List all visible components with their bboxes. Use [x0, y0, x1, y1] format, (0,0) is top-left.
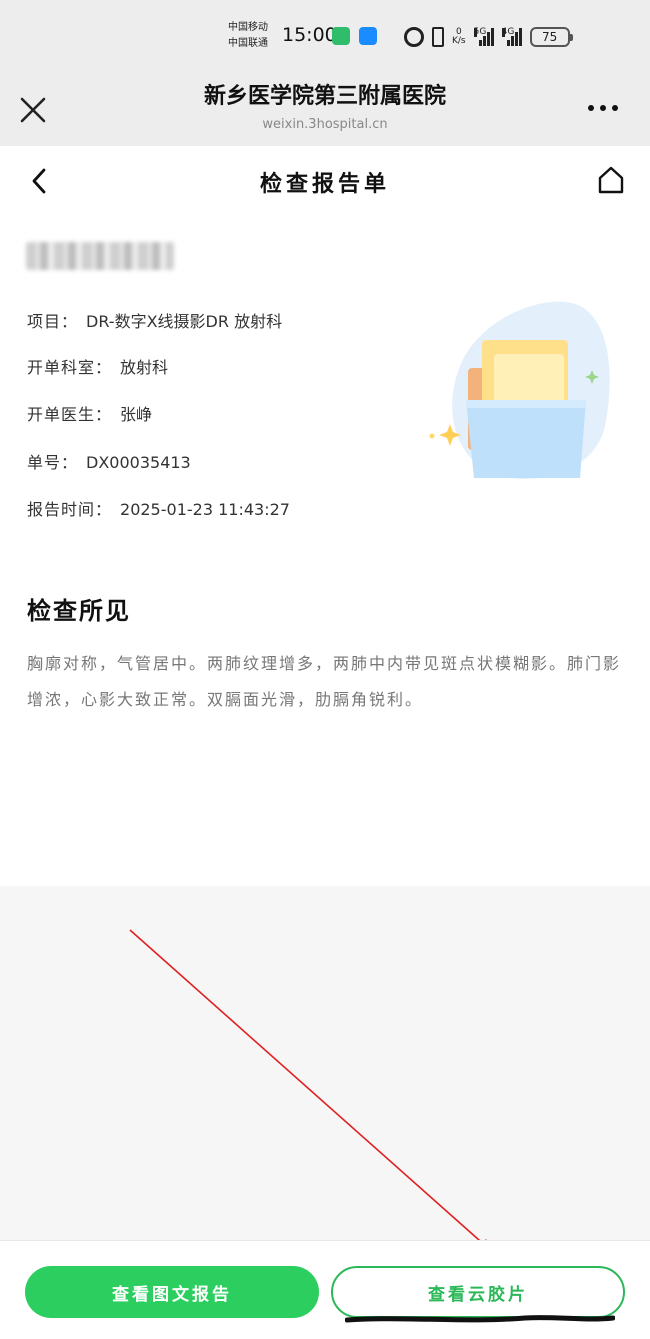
- findings-text: 胸廓对称，气管居中。两肺纹理增多，两肺中内带见斑点状模糊影。肺门影增浓，心影大致…: [27, 654, 622, 709]
- field-value: DX00035413: [86, 453, 191, 472]
- field-value: 2025-01-23 11:43:27: [120, 500, 290, 519]
- field-value: 放射科: [120, 358, 169, 377]
- hospital-title: 新乡医学院第三附属医院: [203, 83, 446, 109]
- app-notification-icon: [359, 27, 377, 45]
- field-value: DR-数字X线摄影DR 放射科: [86, 312, 283, 331]
- carrier-1: 中国移动: [228, 22, 268, 33]
- net-speed-unit: K/s: [452, 36, 466, 46]
- net-speed: 0 K/s: [452, 28, 466, 46]
- alarm-icon: [404, 27, 424, 47]
- signal-label: 4G: [501, 27, 515, 37]
- page-title: 检查报告单: [259, 172, 390, 197]
- field-doctor: 开单医生： 张峥: [27, 401, 152, 425]
- view-report-button[interactable]: 查看图文报告: [25, 1266, 319, 1318]
- field-label: 项目：: [27, 312, 79, 331]
- field-order-number: 单号： DX00035413: [27, 449, 191, 473]
- clock: 15:00: [282, 24, 337, 46]
- battery-icon: 75: [529, 27, 573, 47]
- signal-icon: 4G: [501, 27, 522, 46]
- field-item: 项目： DR-数字X线摄影DR 放射科: [27, 308, 282, 332]
- field-department: 开单科室： 放射科: [27, 354, 168, 378]
- vibrate-icon: [432, 27, 444, 47]
- more-icon[interactable]: [588, 105, 618, 111]
- status-bar: 中国移动 中国联通 15:00 0 K/s 5G 4G 75: [0, 0, 650, 70]
- carrier-2: 中国联通: [228, 38, 268, 49]
- annotation-underline: [345, 1315, 615, 1323]
- patient-name-blurred: [26, 242, 174, 270]
- report-page: 检查报告单 项目： DR-数字X线摄影DR 放射科 开单科室： 放射科 开单医生： 张…: [0, 146, 650, 886]
- field-label: 单号：: [27, 453, 79, 472]
- field-value: 张峥: [120, 405, 153, 424]
- wechat-header: 新乡医学院第三附属医院 weixin.3hospital.cn: [0, 70, 650, 146]
- field-label: 开单医生：: [27, 405, 113, 424]
- page-url: weixin.3hospital.cn: [262, 117, 388, 132]
- signal-icon: 5G: [473, 27, 494, 46]
- signal-label: 5G: [473, 27, 487, 37]
- carrier-info: 中国移动 中国联通: [228, 20, 268, 52]
- view-cloud-film-button[interactable]: 查看云胶片: [331, 1266, 625, 1318]
- system-icons: 0 K/s 5G 4G 75: [404, 22, 573, 52]
- findings-title: 检查所见: [27, 597, 131, 625]
- app-notification-icon: [332, 27, 350, 45]
- field-label: 报告时间：: [27, 500, 113, 519]
- field-label: 开单科室：: [27, 358, 113, 377]
- report-folder-illustration: [429, 301, 610, 479]
- home-icon[interactable]: [596, 164, 626, 196]
- field-report-time: 报告时间： 2025-01-23 11:43:27: [27, 496, 290, 520]
